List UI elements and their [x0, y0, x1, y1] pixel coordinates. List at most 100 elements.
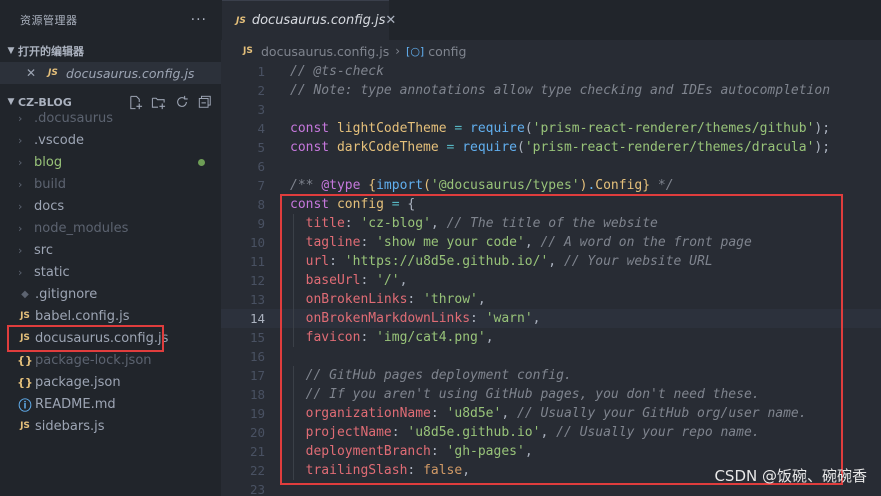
editor-tab-bar: JS docusaurus.config.js ✕ — [221, 0, 881, 40]
code-line[interactable]: 19 organizationName: 'u8d5e', // Usually… — [221, 404, 881, 423]
tree-item-package-lock-json[interactable]: {} package-lock.json — [0, 349, 221, 371]
line-number: 7 — [257, 178, 265, 193]
tree-item-babel-config-js[interactable]: JS babel.config.js — [0, 305, 221, 327]
open-editors-section[interactable]: ▼ 打开的编辑器 — [0, 40, 221, 62]
code-line[interactable]: 7 /** @type {import('@docusaurus/types').… — [221, 176, 881, 195]
tree-item-gitignore[interactable]: ◆ .gitignore — [0, 283, 221, 305]
line-number: 10 — [249, 235, 265, 250]
code-line[interactable]: 2 // Note: type annotations allow type ch… — [221, 81, 881, 100]
tree-item-vscode[interactable]: › .vscode — [0, 129, 221, 151]
code-text: const lightCodeTheme = require('prism-re… — [290, 119, 830, 138]
line-number: 22 — [249, 463, 265, 478]
code-text: trailingSlash: false, — [290, 461, 470, 480]
code-token: { — [368, 178, 377, 193]
code-token: : — [344, 216, 361, 231]
code-line[interactable]: 1 // @ts-check — [221, 62, 881, 81]
tree-item-build[interactable]: › build — [0, 173, 221, 195]
chevron-right-icon: › — [18, 221, 23, 235]
code-token: // @ts-check — [290, 64, 384, 79]
code-text: const darkCodeTheme = require('prism-rea… — [290, 138, 830, 157]
chevron-right-icon: › — [18, 199, 23, 213]
code-line[interactable]: 9 title: 'cz-blog', // The title of the … — [221, 214, 881, 233]
code-token: 'https://u8d5e.github.io/' — [344, 254, 549, 269]
code-line[interactable]: 20 projectName: 'u8d5e.github.io', // Us… — [221, 423, 881, 442]
tree-item-static[interactable]: › static — [0, 261, 221, 283]
tree-item-blog[interactable]: › blog — [0, 151, 221, 173]
code-token: const — [290, 140, 337, 155]
code-line[interactable]: 11 url: 'https://u8d5e.github.io/', // Y… — [221, 252, 881, 271]
line-number: 19 — [249, 406, 265, 421]
close-icon[interactable]: ✕ — [385, 13, 396, 28]
code-token: , — [524, 235, 541, 250]
breadcrumb-file[interactable]: docusaurus.config.js — [261, 44, 389, 59]
code-line[interactable]: 6 — [221, 157, 881, 176]
code-line[interactable]: 12 baseUrl: '/', — [221, 271, 881, 290]
line-number: 16 — [249, 349, 265, 364]
code-text: organizationName: 'u8d5e', // Usually yo… — [290, 404, 807, 423]
code-token: // Usually your GitHub org/user name. — [517, 406, 807, 421]
line-number: 9 — [257, 216, 265, 231]
annotation-highlight-box — [7, 325, 164, 352]
code-token: 'u8d5e' — [446, 406, 502, 421]
line-number: 12 — [249, 273, 265, 288]
tree-item-node-modules[interactable]: › node_modules — [0, 217, 221, 239]
tree-item-src[interactable]: › src — [0, 239, 221, 261]
code-line[interactable]: 4 const lightCodeTheme = require('prism-r… — [221, 119, 881, 138]
code-token: 'cz-blog' — [360, 216, 431, 231]
code-line[interactable]: 5 const darkCodeTheme = require('prism-re… — [221, 138, 881, 157]
breadcrumb-symbol[interactable]: config — [428, 44, 466, 59]
code-token: , — [548, 254, 564, 269]
code-token: , — [399, 273, 408, 288]
code-line[interactable]: 3 — [221, 100, 881, 119]
open-editor-item[interactable]: ✕ JS docusaurus.config.js — [0, 62, 221, 84]
json-file-icon: {} — [17, 375, 33, 389]
code-token: { — [407, 197, 416, 212]
close-icon[interactable]: ✕ — [26, 66, 40, 80]
tree-item-package-json[interactable]: {} package.json — [0, 371, 221, 393]
code-text: url: 'https://u8d5e.github.io/', // Your… — [290, 252, 713, 271]
tree-item-label: src — [34, 242, 53, 258]
line-number: 15 — [249, 330, 265, 345]
code-editor[interactable]: 1 // @ts-check 2 // Note: type annotations … — [221, 62, 881, 496]
code-token: 'show me your code' — [376, 235, 525, 250]
code-text: // If you aren't using GitHub pages, you… — [290, 385, 760, 404]
code-token: = — [383, 197, 408, 212]
code-token: : — [407, 292, 424, 307]
code-line[interactable]: 17 // GitHub pages deployment config. — [221, 366, 881, 385]
code-line[interactable]: 15 favicon: 'img/cat4.png', — [221, 328, 881, 347]
code-text: onBrokenLinks: 'throw', — [290, 290, 486, 309]
code-token: : — [430, 444, 447, 459]
code-token: 'prism-react-renderer/themes/github' — [532, 121, 815, 136]
code-token: @type — [321, 178, 361, 193]
tab-docusaurus-config[interactable]: JS docusaurus.config.js ✕ — [222, 0, 396, 40]
code-token: lightCodeTheme — [336, 121, 447, 136]
code-text: // @ts-check — [290, 62, 384, 81]
line-number: 1 — [257, 64, 265, 79]
code-line[interactable]: 13 onBrokenLinks: 'throw', — [221, 290, 881, 309]
code-line[interactable]: 10 tagline: 'show me your code', // A wo… — [221, 233, 881, 252]
code-line[interactable]: 8 const config = { — [221, 195, 881, 214]
code-line[interactable]: 16 — [221, 347, 881, 366]
chevron-down-icon: ▼ — [7, 46, 15, 56]
tree-item-label: package-lock.json — [35, 352, 152, 368]
code-token: ); — [814, 140, 831, 155]
tree-item-readme-md[interactable]: ⓘ README.md — [0, 393, 221, 415]
code-text: // Note: type annotations allow type che… — [290, 81, 830, 100]
code-line[interactable]: 14 onBrokenMarkdownLinks: 'warn', — [221, 309, 881, 328]
more-actions-icon[interactable]: ··· — [191, 12, 207, 28]
tree-item-docs[interactable]: › docs — [0, 195, 221, 217]
explorer-title: 资源管理器 — [20, 14, 78, 27]
tree-item-docusaurus[interactable]: › .docusaurus — [0, 107, 221, 129]
code-line[interactable]: 21 deploymentBranch: 'gh-pages', — [221, 442, 881, 461]
chevron-right-icon: › — [395, 44, 401, 58]
code-line[interactable]: 18 // If you aren't using GitHub pages, … — [221, 385, 881, 404]
code-text: // GitHub pages deployment config. — [290, 366, 572, 385]
code-token: const — [290, 121, 337, 136]
code-text: projectName: 'u8d5e.github.io', // Usual… — [290, 423, 760, 442]
code-token: 'throw' — [423, 292, 478, 307]
tree-item-sidebars-js[interactable]: JS sidebars.js — [0, 415, 221, 437]
